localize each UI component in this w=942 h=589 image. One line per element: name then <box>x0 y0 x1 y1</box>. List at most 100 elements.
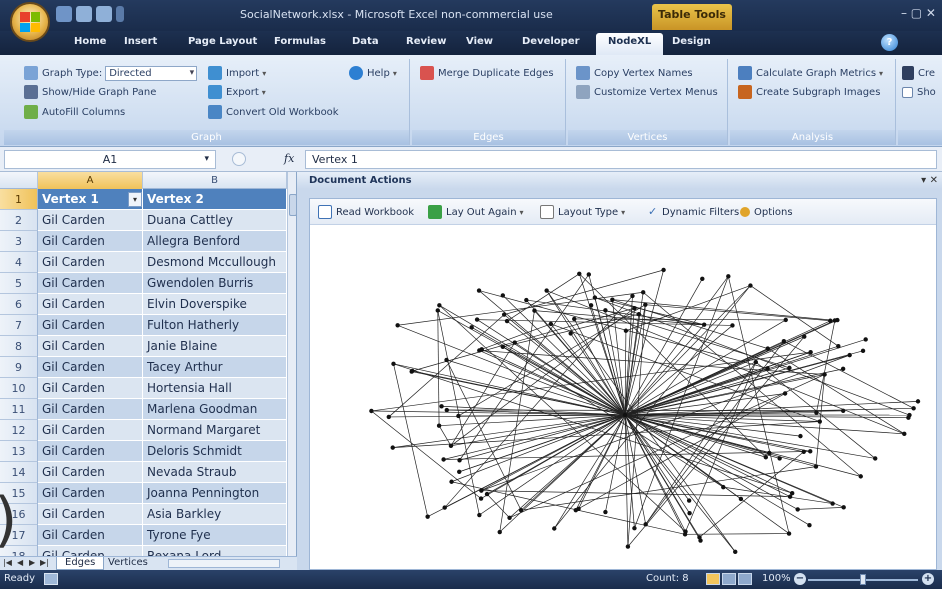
row-header[interactable]: 13 <box>0 441 38 462</box>
graph-vertex[interactable] <box>632 526 637 531</box>
graph-vertex[interactable] <box>439 404 444 409</box>
graph-vertex[interactable] <box>476 288 482 293</box>
graph-vertex[interactable] <box>518 508 524 513</box>
graph-vertex[interactable] <box>814 410 819 415</box>
graph-vertex[interactable] <box>448 443 454 449</box>
table-cell[interactable]: Gil Carden <box>38 315 143 336</box>
graph-vertex[interactable] <box>795 507 800 512</box>
next-sheet-icon[interactable]: ▶ <box>29 558 35 567</box>
column-header-b[interactable]: B <box>143 172 287 189</box>
graph-vertex[interactable] <box>610 297 615 302</box>
graph-vertex[interactable] <box>915 399 921 404</box>
tab-insert[interactable]: Insert <box>124 36 157 47</box>
graph-vertex[interactable] <box>763 455 769 460</box>
graph-vertex[interactable] <box>479 488 484 493</box>
table-cell[interactable]: Gil Carden <box>38 420 143 441</box>
graph-vertex[interactable] <box>840 366 846 372</box>
zoom-in-icon[interactable]: + <box>922 573 934 585</box>
graph-vertex[interactable] <box>501 312 507 317</box>
table-cell[interactable]: Gil Carden <box>38 546 143 556</box>
qat-customize-icon[interactable] <box>116 6 124 22</box>
table-cell[interactable]: Allegra Benford <box>143 231 287 252</box>
close-icon[interactable]: ▾ ✕ <box>921 172 938 189</box>
horizontal-scrollbar[interactable] <box>168 559 280 568</box>
sheet-tab-edges[interactable]: Edges <box>56 557 105 570</box>
graph-vertex[interactable] <box>457 458 462 463</box>
prev-sheet-icon[interactable]: ◀ <box>17 558 23 567</box>
graph-vertex[interactable] <box>765 366 770 371</box>
fx-icon[interactable]: fx <box>284 152 294 165</box>
page-break-view-icon[interactable] <box>738 573 752 585</box>
table-header-cell[interactable]: Vertex 2 <box>143 189 287 210</box>
row-header[interactable]: 2 <box>0 210 38 231</box>
table-cell[interactable]: Gil Carden <box>38 525 143 546</box>
graph-vertex[interactable] <box>395 323 400 328</box>
graph-vertex[interactable] <box>738 496 744 502</box>
table-cell[interactable]: Deloris Schmidt <box>143 441 287 462</box>
row-header[interactable]: 5 <box>0 273 38 294</box>
sho-checkbox[interactable]: Sho <box>902 84 936 100</box>
calculate-graph-metrics-button[interactable]: Calculate Graph Metrics ▾ <box>738 65 883 81</box>
table-cell[interactable]: Gil Carden <box>38 273 143 294</box>
graph-vertex[interactable] <box>444 357 449 363</box>
normal-view-icon[interactable] <box>706 573 720 585</box>
chevron-down-icon[interactable]: ▾ <box>204 151 209 168</box>
table-cell[interactable]: Asia Barkley <box>143 504 287 525</box>
graph-vertex[interactable] <box>830 501 835 506</box>
table-cell[interactable]: Gil Carden <box>38 462 143 483</box>
graph-vertex[interactable] <box>682 532 688 537</box>
graph-vertex[interactable] <box>686 498 692 503</box>
table-cell[interactable]: Marlena Goodman <box>143 399 287 420</box>
graph-type-control[interactable]: Graph Type: Directed <box>24 65 198 81</box>
show-hide-graph-pane-button[interactable]: Show/Hide Graph Pane <box>24 84 156 100</box>
graph-vertex[interactable] <box>786 531 792 536</box>
row-header[interactable]: 14 <box>0 462 38 483</box>
tab-data[interactable]: Data <box>352 36 379 47</box>
graph-vertex[interactable] <box>860 348 866 354</box>
graph-vertex[interactable] <box>457 469 462 475</box>
graph-vertex[interactable] <box>444 407 450 413</box>
row-header[interactable]: 1 <box>0 189 38 210</box>
graph-vertex[interactable] <box>588 303 594 308</box>
graph-vertex[interactable] <box>622 412 628 418</box>
graph-vertex[interactable] <box>441 457 446 462</box>
copy-vertex-names-button[interactable]: Copy Vertex Names <box>576 65 693 81</box>
customize-vertex-menus-button[interactable]: Customize Vertex Menus <box>576 84 718 100</box>
column-header-a[interactable]: A <box>38 172 143 189</box>
graph-vertex[interactable] <box>474 317 480 322</box>
table-cell[interactable]: Fulton Hatherly <box>143 315 287 336</box>
table-cell[interactable]: Tacey Arthur <box>143 357 287 378</box>
layout-type-button[interactable]: Layout Type ▾ <box>540 204 625 220</box>
graph-vertex[interactable] <box>577 271 582 276</box>
graph-vertex[interactable] <box>625 544 631 549</box>
graph-vertex[interactable] <box>586 272 591 277</box>
table-cell[interactable]: Gil Carden <box>38 378 143 399</box>
office-button[interactable] <box>10 2 50 42</box>
graph-vertex[interactable] <box>386 414 391 420</box>
graph-vertex[interactable] <box>730 323 735 328</box>
row-header[interactable]: 6 <box>0 294 38 315</box>
tab-design[interactable]: Design <box>672 36 711 47</box>
graph-vertex[interactable] <box>369 408 374 414</box>
graph-vertex[interactable] <box>781 339 787 344</box>
graph-vertex[interactable] <box>512 340 517 345</box>
graph-vertex[interactable] <box>456 413 461 419</box>
graph-vertex[interactable] <box>484 491 490 497</box>
graph-vertex[interactable] <box>572 316 577 322</box>
row-header[interactable]: 9 <box>0 357 38 378</box>
graph-vertex[interactable] <box>700 276 705 282</box>
page-layout-view-icon[interactable] <box>722 573 736 585</box>
table-cell[interactable]: Gwendolen Burris <box>143 273 287 294</box>
graph-vertex[interactable] <box>828 318 833 323</box>
autofill-columns-button[interactable]: AutoFill Columns <box>24 104 125 120</box>
options-button[interactable]: Options <box>740 204 793 220</box>
help-button[interactable]: Help ▾ <box>349 65 397 81</box>
graph-vertex[interactable] <box>437 303 442 308</box>
graph-vertex[interactable] <box>630 293 635 299</box>
graph-vertex[interactable] <box>873 456 878 461</box>
graph-vertex[interactable] <box>817 419 822 424</box>
graph-vertex[interactable] <box>787 365 792 371</box>
merge-duplicate-edges-button[interactable]: Merge Duplicate Edges <box>420 65 554 81</box>
table-cell[interactable]: Gil Carden <box>38 294 143 315</box>
row-header[interactable]: 4 <box>0 252 38 273</box>
